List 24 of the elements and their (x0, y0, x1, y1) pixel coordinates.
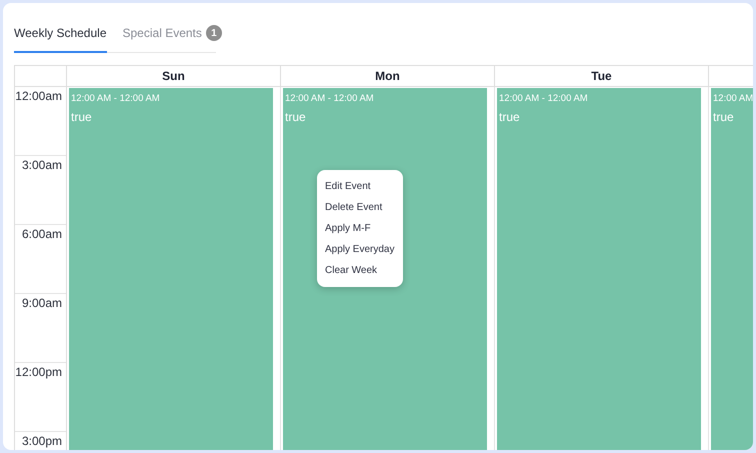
menu-item[interactable]: Edit Event (317, 176, 403, 197)
day-header: Tue (495, 66, 709, 87)
event-title: true (285, 110, 307, 124)
menu-item[interactable]: Apply Everyday (317, 239, 403, 260)
event-time: 12:00 AM - 12:00 AM (71, 93, 161, 104)
time-label: 3:00am (15, 156, 66, 225)
count-badge: 1 (206, 25, 222, 41)
event-time: 12:00 AM - 12:00 AM (499, 93, 589, 104)
event-title: true (71, 110, 93, 124)
tab[interactable]: Weekly Schedule (14, 19, 106, 53)
menu-item[interactable]: Delete Event (317, 197, 403, 218)
menu-item[interactable]: Clear Week (317, 260, 403, 281)
time-label: 6:00am (15, 225, 66, 294)
event-title: true (499, 110, 521, 124)
event-time: 12:00 AM - 12:00 AM (285, 93, 375, 104)
time-label: 12:00am (15, 87, 66, 156)
event-title: true (713, 110, 735, 124)
day-header: Sun (67, 66, 281, 87)
time-label: 12:00pm (15, 363, 66, 432)
time-label: 9:00am (15, 294, 66, 363)
day-header: Mon (281, 66, 495, 87)
time-label: 3:00pm (15, 432, 66, 450)
event-time: 12:00 AM (713, 93, 753, 104)
menu-item[interactable]: Apply M-F (317, 218, 403, 239)
